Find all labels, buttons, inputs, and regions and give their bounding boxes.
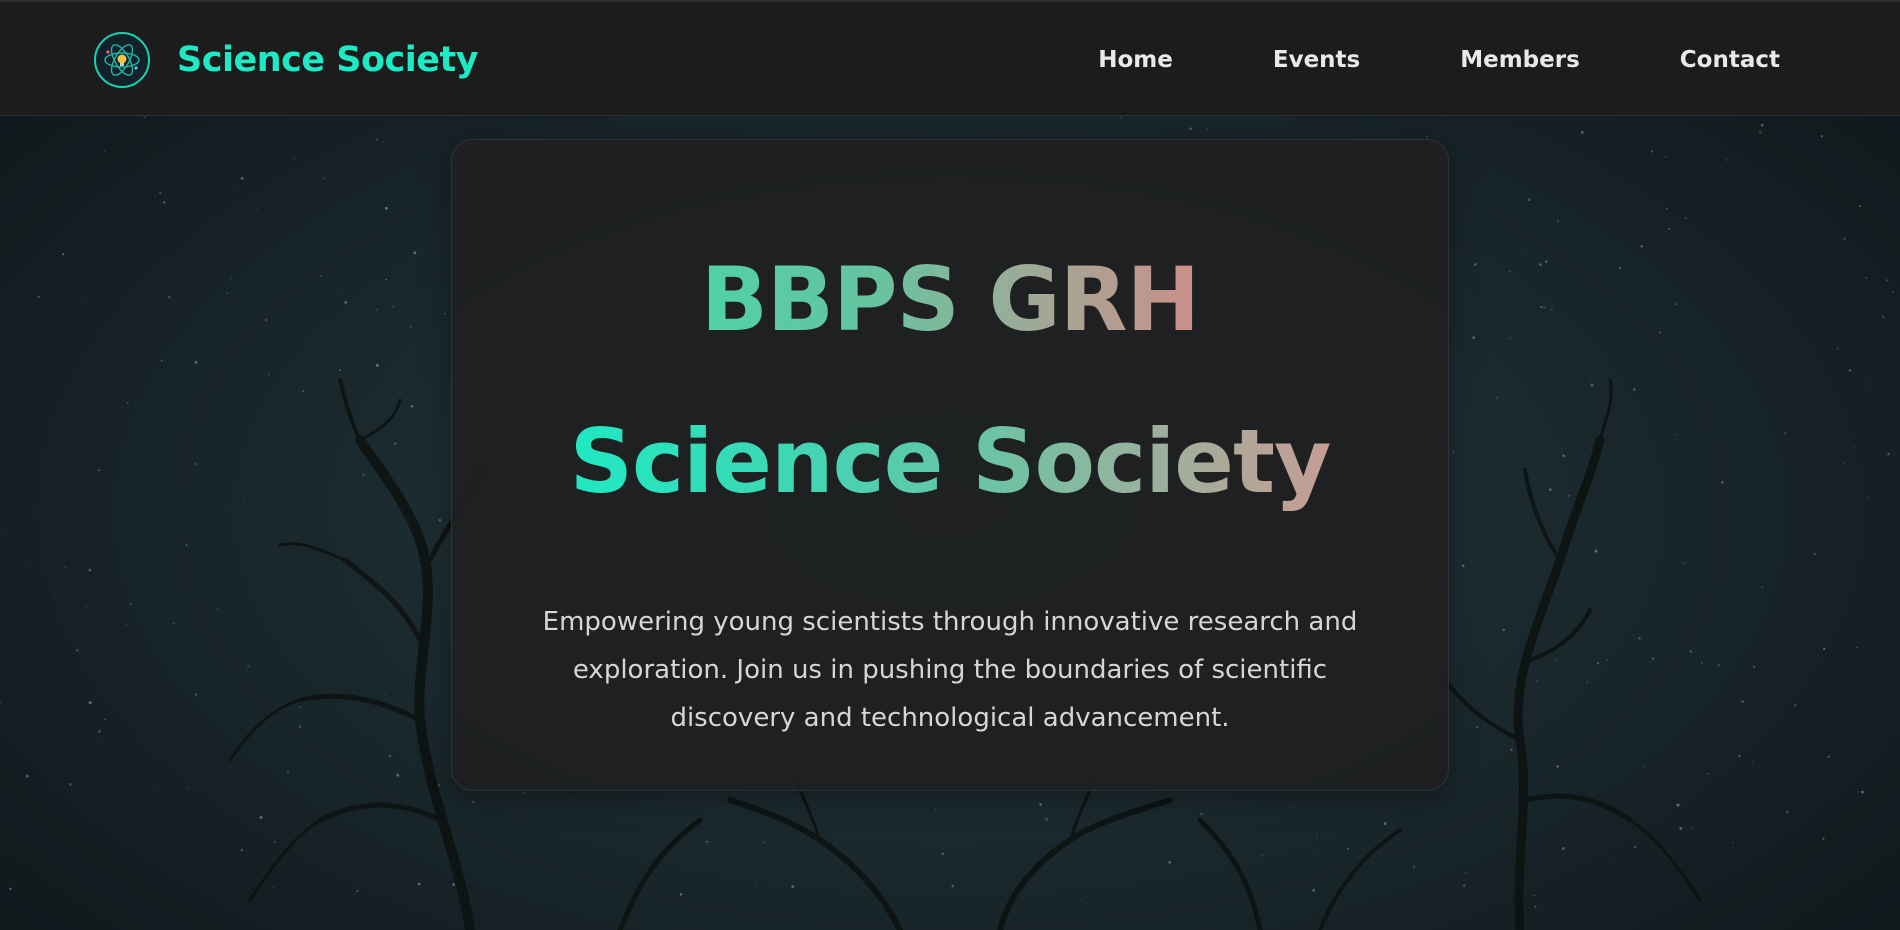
hero-title-line-1: BBPS GRH (452, 245, 1448, 355)
atom-lightbulb-icon[interactable] (94, 32, 150, 88)
hero-title-school: BBPS GRH (701, 245, 1200, 355)
brand[interactable]: Science Society (94, 31, 479, 89)
page: Science Society Home Events Members Cont… (0, 0, 1900, 930)
nav-link-home[interactable]: Home (1098, 47, 1173, 73)
hero-card: BBPS GRH Science Society Empowering youn… (451, 139, 1449, 791)
hero-description: Empowering young scientists through inno… (542, 607, 1358, 733)
nav-link-events[interactable]: Events (1273, 47, 1360, 73)
hero-title-line-2: Science Society (452, 407, 1448, 517)
nav-link-contact[interactable]: Contact (1680, 47, 1780, 73)
nav-link-members[interactable]: Members (1460, 47, 1580, 73)
top-navbar: Science Society Home Events Members Cont… (0, 0, 1900, 116)
hero-title-society: Science Society (570, 407, 1332, 517)
brand-title[interactable]: Science Society (177, 40, 479, 80)
nav-links: Home Events Members Contact (998, 2, 1780, 118)
